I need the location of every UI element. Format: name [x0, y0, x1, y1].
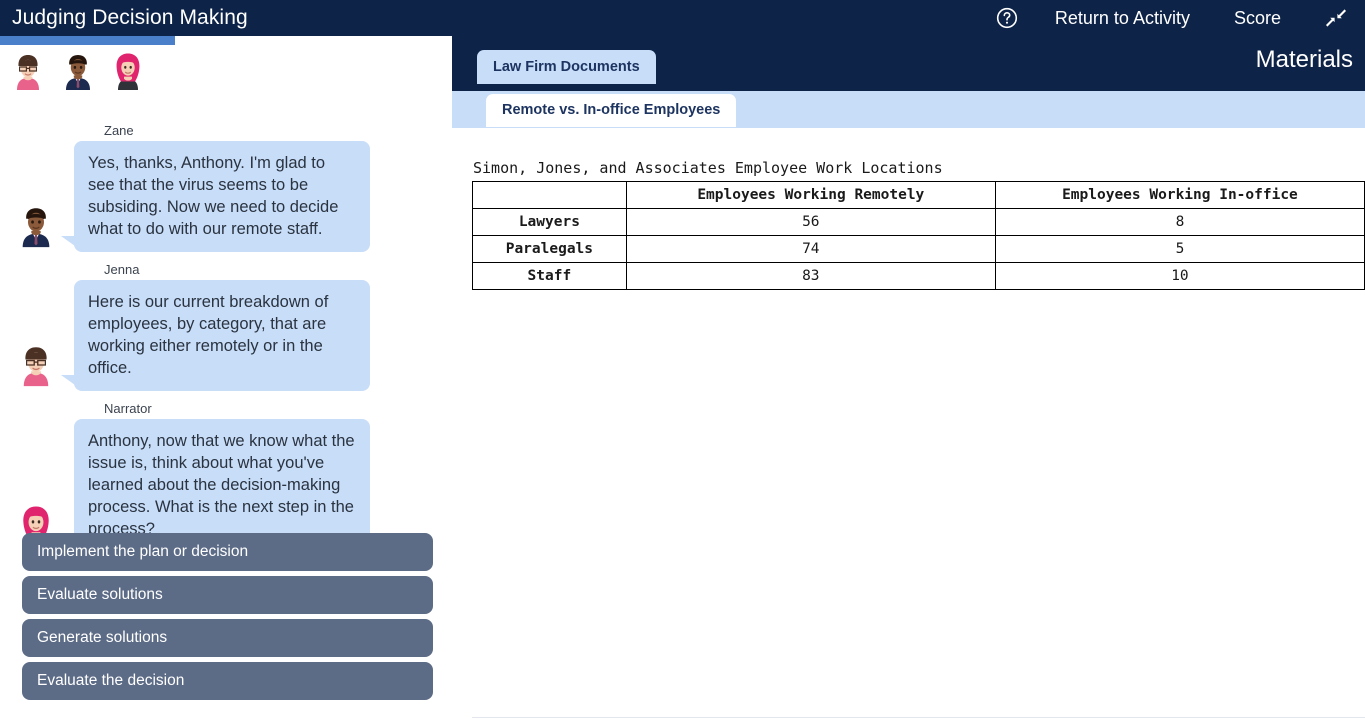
speaker-name: Jenna	[104, 262, 140, 277]
avatar-woman-hijab	[110, 51, 146, 91]
cell-staff-remote: 83	[625, 262, 996, 290]
avatar-woman-glasses	[10, 51, 46, 91]
answer-choice-implement[interactable]: Implement the plan or decision	[22, 533, 433, 571]
cell-lawyers-remote: 56	[625, 208, 996, 236]
activity-screen: Judging Decision Making Return to Activi…	[0, 0, 1365, 728]
table-row: Lawyers 56 8	[472, 208, 1365, 236]
message-narrator: Narrator Anthony, now that we know what …	[0, 401, 452, 552]
collapse-arrows-icon[interactable]	[1321, 0, 1351, 36]
avatar-woman-glasses	[16, 335, 56, 391]
message-jenna: Jenna Here is our current breakdown of e…	[0, 262, 452, 391]
materials-panel: Law Firm Documents Materials Remote vs. …	[452, 36, 1365, 728]
message-bubble: Yes, thanks, Anthony. I'm glad to see th…	[61, 141, 370, 252]
help-circle-icon[interactable]	[989, 0, 1025, 36]
cell-staff-in-office: 10	[994, 262, 1365, 290]
row-label-staff: Staff	[472, 262, 627, 290]
table-row: Staff 83 10	[472, 262, 1365, 290]
avatar-man-suit	[16, 196, 56, 252]
column-header-remote: Employees Working Remotely	[625, 181, 996, 209]
top-bar: Judging Decision Making Return to Activi…	[0, 0, 1365, 36]
tab-law-firm-documents[interactable]: Law Firm Documents	[477, 50, 656, 84]
return-to-activity-button[interactable]: Return to Activity	[1055, 8, 1190, 29]
table-header-row: Employees Working Remotely Employees Wor…	[472, 181, 1365, 209]
answer-choice-evaluate-solutions[interactable]: Evaluate solutions	[22, 576, 433, 614]
message-zane: Zane Yes, thanks, Anthony. I'm glad to s…	[0, 123, 452, 252]
column-header-in-office: Employees Working In-office	[994, 181, 1365, 209]
materials-header: Law Firm Documents Materials	[452, 36, 1365, 91]
message-list: Zane Yes, thanks, Anthony. I'm glad to s…	[0, 123, 452, 562]
character-avatar-row	[10, 51, 146, 91]
cell-paralegals-remote: 74	[625, 235, 996, 263]
row-label-paralegals: Paralegals	[472, 235, 627, 263]
page-title: Judging Decision Making	[12, 6, 248, 29]
answer-choice-generate-solutions[interactable]: Generate solutions	[22, 619, 433, 657]
answer-choice-list: Implement the plan or decision Evaluate …	[22, 533, 434, 705]
score-button[interactable]: Score	[1234, 8, 1281, 29]
answer-choice-evaluate-decision[interactable]: Evaluate the decision	[22, 662, 433, 700]
progress-bar	[0, 36, 452, 45]
document-title: Simon, Jones, and Associates Employee Wo…	[473, 159, 943, 177]
avatar-man-suit	[60, 51, 96, 91]
tab-remote-vs-in-office-employees[interactable]: Remote vs. In-office Employees	[486, 94, 737, 127]
conversation-panel: Zane Yes, thanks, Anthony. I'm glad to s…	[0, 45, 452, 728]
progress-bar-fill	[0, 36, 175, 45]
top-bar-actions: Return to Activity Score	[989, 0, 1365, 36]
row-label-lawyers: Lawyers	[472, 208, 627, 236]
speaker-name: Narrator	[104, 401, 152, 416]
speaker-name: Zane	[104, 123, 134, 138]
table-corner-cell	[472, 181, 627, 209]
document-viewer: Simon, Jones, and Associates Employee Wo…	[452, 128, 1365, 728]
employee-work-locations-table: Employees Working Remotely Employees Wor…	[472, 181, 1365, 290]
cell-paralegals-in-office: 5	[994, 235, 1365, 263]
materials-subtab-bar: Remote vs. In-office Employees	[452, 91, 1365, 128]
materials-label: Materials	[1255, 46, 1353, 73]
table-row: Paralegals 74 5	[472, 235, 1365, 263]
cell-lawyers-in-office: 8	[994, 208, 1365, 236]
footer-divider	[472, 717, 1365, 718]
message-bubble: Here is our current breakdown of employe…	[61, 280, 370, 391]
